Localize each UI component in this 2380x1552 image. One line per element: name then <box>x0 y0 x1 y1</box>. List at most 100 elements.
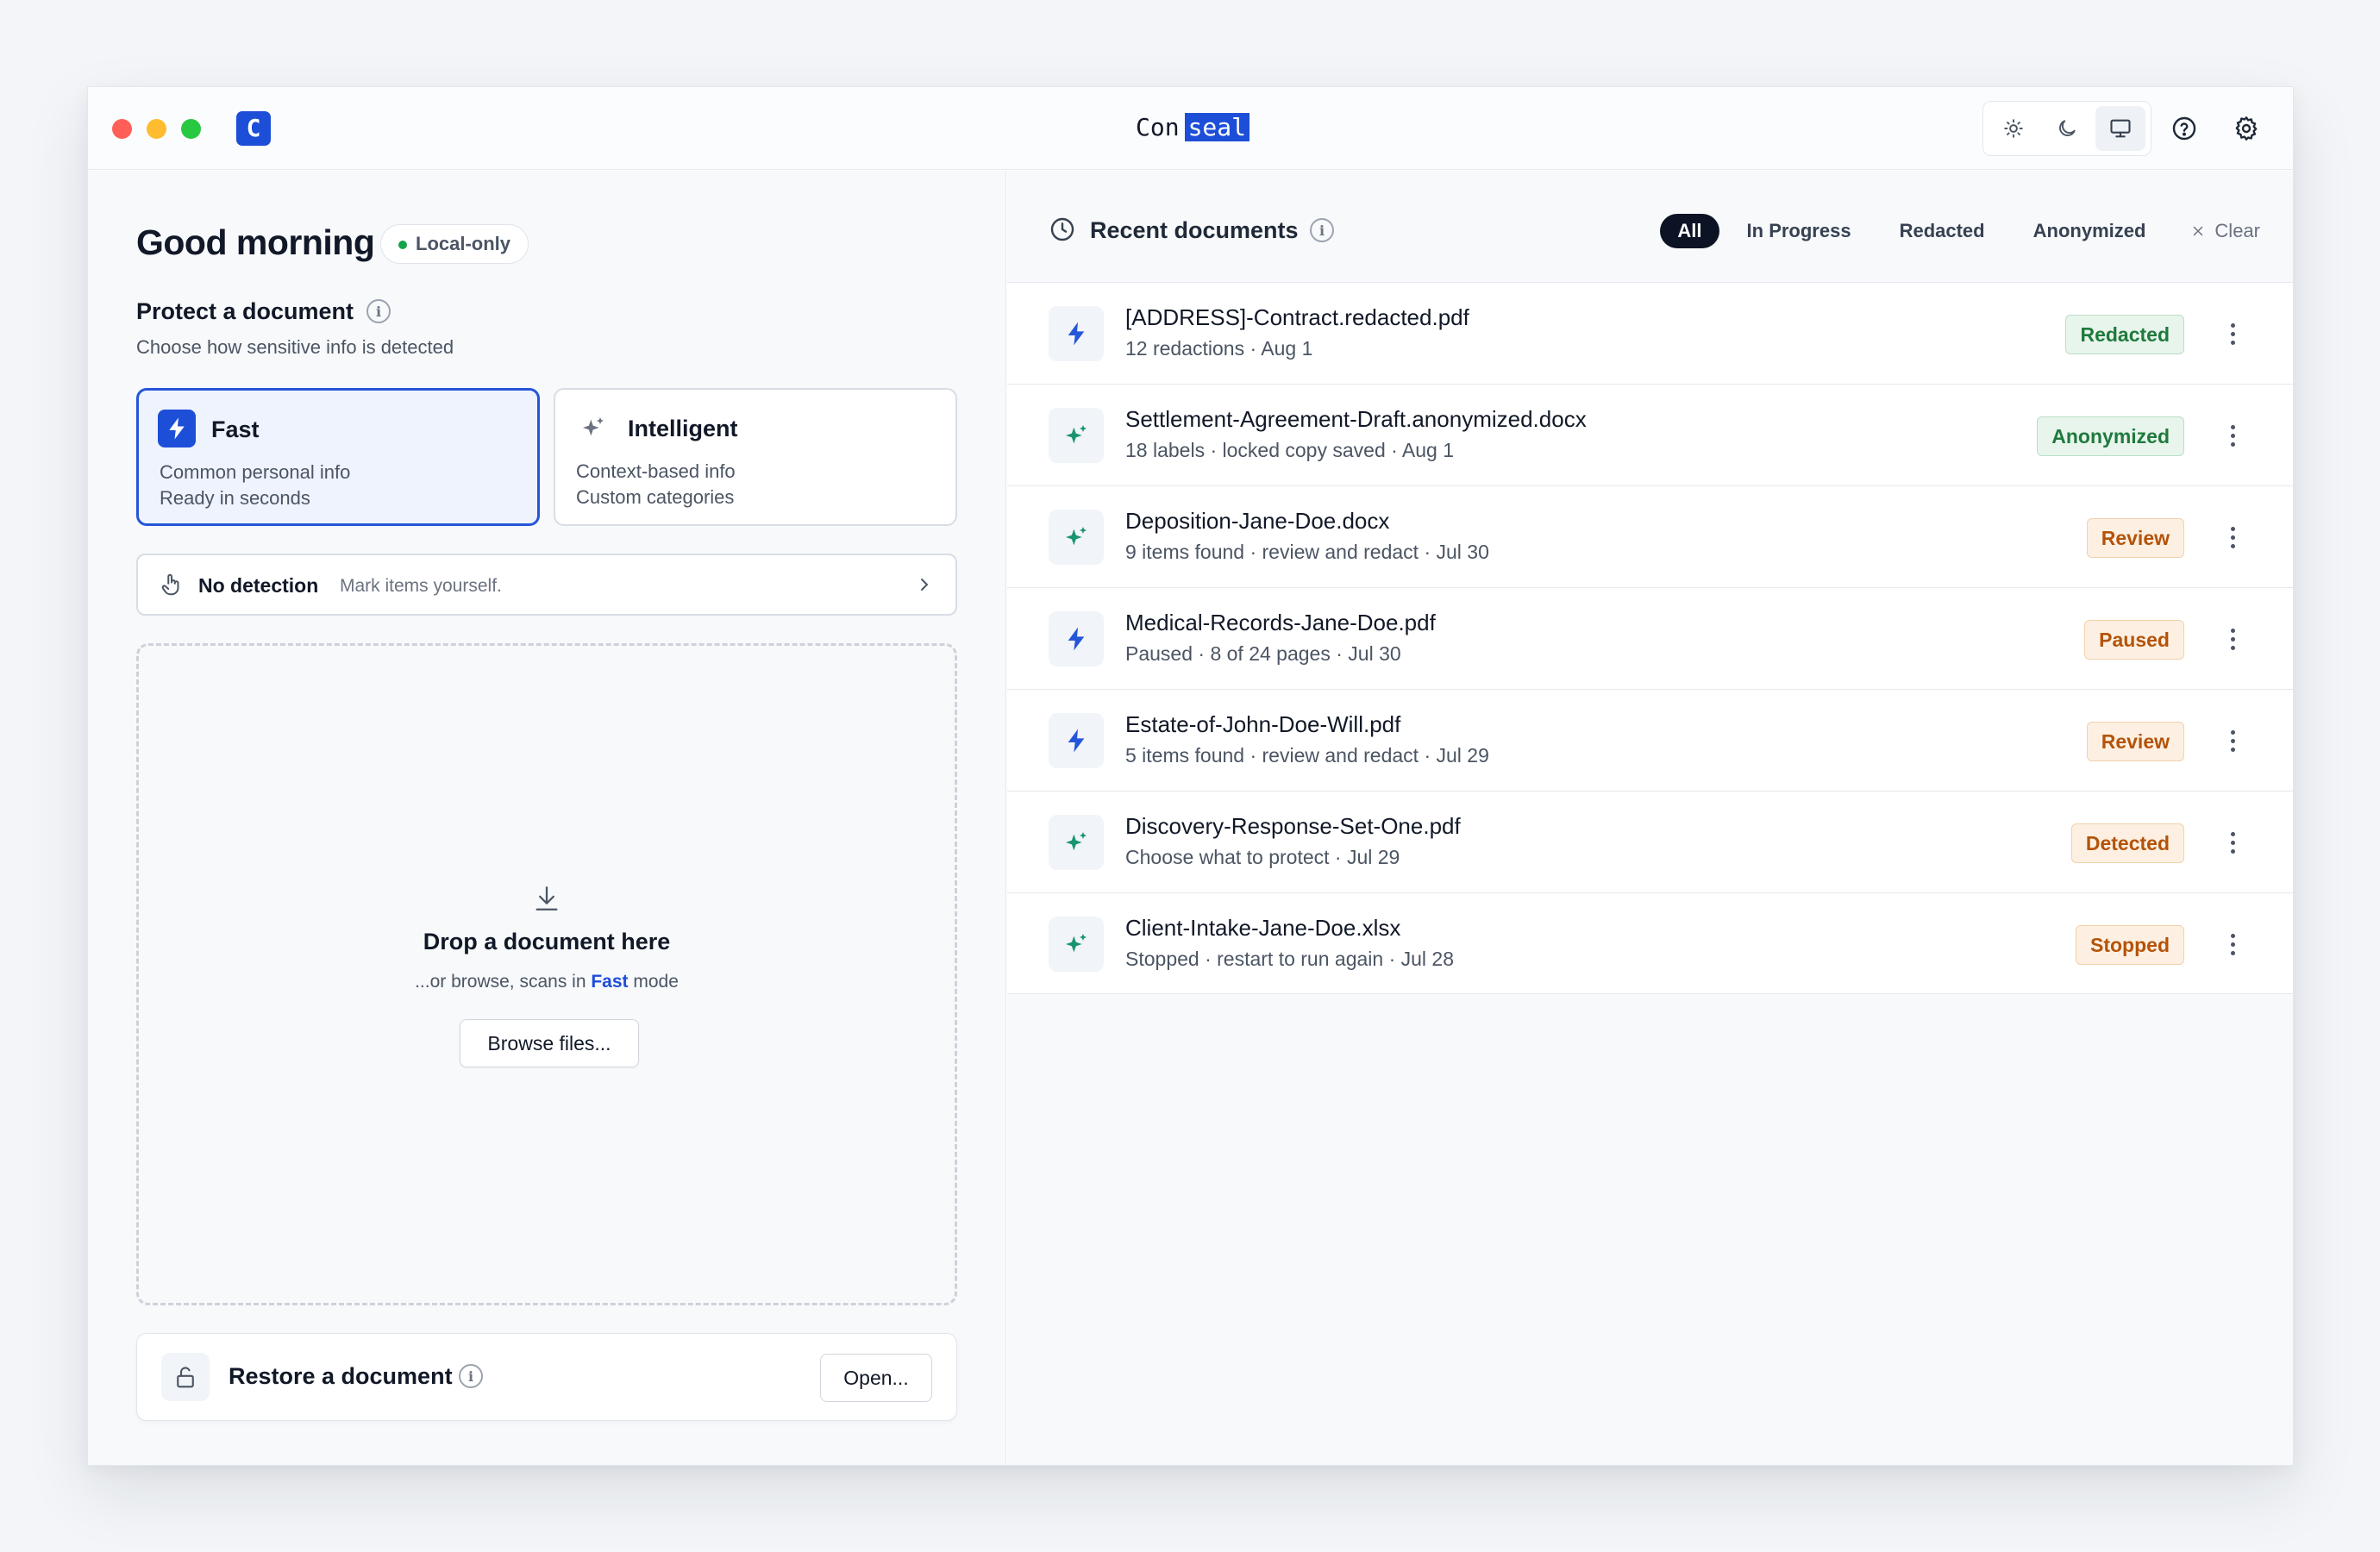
filter-redacted[interactable]: Redacted <box>1879 214 2006 248</box>
sparkle-icon <box>1049 408 1104 463</box>
recent-documents-title: Recent documents <box>1090 217 1299 243</box>
unlock-icon <box>161 1353 210 1401</box>
help-button[interactable] <box>2165 110 2203 147</box>
intelligent-mode-desc-2: Custom categories <box>576 486 735 508</box>
document-name[interactable]: [ADDRESS]-Contract.redacted.pdf <box>1125 304 1469 331</box>
drop-zone[interactable]: Drop a document here ...or browse, scans… <box>136 643 957 1305</box>
document-row[interactable]: Discovery-Response-Set-One.pdf Choose wha… <box>1007 791 2293 892</box>
more-options-icon[interactable] <box>2224 723 2241 758</box>
system-theme-button[interactable] <box>2095 106 2145 151</box>
light-theme-button[interactable] <box>1989 106 2039 151</box>
clock-icon <box>1050 217 1074 241</box>
protect-panel: Good morning Local-only Protect a docume… <box>88 171 1006 1465</box>
more-options-icon[interactable] <box>2224 825 2241 860</box>
no-detection-option[interactable]: No detection Mark items yourself. <box>136 554 957 616</box>
document-row[interactable]: [ADDRESS]-Contract.redacted.pdf 12 redact… <box>1007 282 2293 384</box>
restore-section: Restore a document i Open... <box>136 1333 957 1421</box>
clear-filter-button[interactable]: Clear <box>2173 214 2260 248</box>
drop-zone-sub-prefix: ...or browse, scans in <box>415 972 592 992</box>
fast-mode-desc-1: Common personal info <box>160 461 351 483</box>
local-only-badge: Local-only <box>380 224 529 264</box>
filter-anonymized[interactable]: Anonymized <box>2013 214 2167 248</box>
local-only-label: Local-only <box>416 233 511 254</box>
document-name[interactable]: Estate-of-John-Doe-Will.pdf <box>1125 711 1400 738</box>
browse-files-button[interactable]: Browse files... <box>460 1019 639 1067</box>
status-badge: Paused <box>2084 620 2184 660</box>
status-dot-icon <box>398 241 407 249</box>
gear-icon <box>2235 116 2258 141</box>
drop-zone-subtitle: ...or browse, scans in Fast mode <box>139 972 955 992</box>
filter-all[interactable]: All <box>1660 214 1719 248</box>
more-options-icon[interactable] <box>2224 927 2241 961</box>
sparkle-icon <box>574 409 612 447</box>
bolt-icon <box>1049 611 1104 666</box>
no-detection-subtitle: Mark items yourself. <box>340 576 502 596</box>
close-window-button[interactable] <box>112 119 132 139</box>
filter-chips: All In Progress Redacted Anonymized Clea… <box>1660 214 2260 248</box>
document-name[interactable]: Client-Intake-Jane-Doe.xlsx <box>1125 915 1400 942</box>
more-options-icon[interactable] <box>2224 622 2241 656</box>
restore-title: Restore a document <box>229 1363 453 1389</box>
sparkle-icon <box>1049 815 1104 870</box>
document-name[interactable]: Medical-Records-Jane-Doe.pdf <box>1125 610 1436 636</box>
info-icon[interactable]: i <box>366 299 391 323</box>
document-meta: 12 redactions · Aug 1 <box>1125 337 1313 360</box>
chevron-right-icon <box>921 579 929 591</box>
zoom-window-button[interactable] <box>181 119 201 139</box>
bolt-icon <box>1049 306 1104 361</box>
document-meta: Stopped · restart to run again · Jul 28 <box>1125 948 1454 970</box>
drop-zone-mode: Fast <box>591 972 629 992</box>
document-row[interactable]: Deposition-Jane-Doe.docx 9 items found · … <box>1007 485 2293 587</box>
protect-title: Protect a document <box>136 298 354 324</box>
app-window: C Con seal Good morning Local-only Prote… <box>87 86 2294 1466</box>
drop-zone-title: Drop a document here <box>423 929 671 954</box>
document-meta: Choose what to protect · Jul 29 <box>1125 846 1400 868</box>
status-badge: Anonymized <box>2037 416 2184 456</box>
more-options-icon[interactable] <box>2224 316 2241 351</box>
app-title-highlight: seal <box>1184 113 1250 141</box>
greeting: Good morning <box>136 222 375 262</box>
document-name[interactable]: Deposition-Jane-Doe.docx <box>1125 508 1389 535</box>
bolt-icon <box>158 410 196 447</box>
protect-subtitle: Choose how sensitive info is detected <box>136 336 454 358</box>
no-detection-title: No detection <box>198 574 319 597</box>
intelligent-mode-name: Intelligent <box>628 416 738 441</box>
more-options-icon[interactable] <box>2224 520 2241 554</box>
settings-button[interactable] <box>2227 110 2265 147</box>
app-title: Con seal <box>1136 113 1250 141</box>
theme-switcher <box>1982 101 2151 156</box>
restore-info-icon[interactable]: i <box>459 1364 483 1388</box>
document-row[interactable]: Estate-of-John-Doe-Will.pdf 5 items found… <box>1007 689 2293 791</box>
document-meta: Paused · 8 of 24 pages · Jul 30 <box>1125 642 1401 665</box>
clear-label: Clear <box>2214 220 2260 241</box>
document-list: [ADDRESS]-Contract.redacted.pdf 12 redact… <box>1007 282 2293 994</box>
filter-in-progress[interactable]: In Progress <box>1726 214 1872 248</box>
download-arrow-icon <box>536 886 558 911</box>
document-meta: 5 items found · review and redact · Jul … <box>1125 744 1489 767</box>
recent-info-icon[interactable]: i <box>1310 218 1334 242</box>
document-meta: 9 items found · review and redact · Jul … <box>1125 541 1489 563</box>
open-restore-button[interactable]: Open... <box>820 1354 932 1402</box>
status-badge: Review <box>2086 722 2184 761</box>
document-row[interactable]: Medical-Records-Jane-Doe.pdf Paused · 8 o… <box>1007 587 2293 689</box>
help-icon <box>2172 116 2196 141</box>
document-name[interactable]: Settlement-Agreement-Draft.anonymized.do… <box>1125 406 1587 433</box>
status-badge: Review <box>2086 518 2184 558</box>
close-icon <box>2194 226 2203 236</box>
hand-pointer-icon <box>161 573 179 596</box>
intelligent-mode-card[interactable]: Intelligent Context-based info Custom ca… <box>554 388 957 526</box>
fast-mode-card[interactable]: Fast Common personal info Ready in secon… <box>136 388 540 526</box>
sun-icon <box>2004 119 2023 138</box>
status-badge: Stopped <box>2076 925 2184 965</box>
recent-documents-panel: Recent documents i All In Progress Redac… <box>1007 171 2293 1465</box>
moon-icon <box>2059 120 2076 136</box>
sparkle-icon <box>1049 917 1104 972</box>
document-name[interactable]: Discovery-Response-Set-One.pdf <box>1125 813 1461 840</box>
fast-mode-name: Fast <box>211 416 260 442</box>
document-row[interactable]: Client-Intake-Jane-Doe.xlsx Stopped · res… <box>1007 892 2293 994</box>
minimize-window-button[interactable] <box>147 119 166 139</box>
document-row[interactable]: Settlement-Agreement-Draft.anonymized.do… <box>1007 384 2293 485</box>
dark-theme-button[interactable] <box>2042 106 2092 151</box>
more-options-icon[interactable] <box>2224 418 2241 453</box>
bolt-icon <box>1049 713 1104 768</box>
